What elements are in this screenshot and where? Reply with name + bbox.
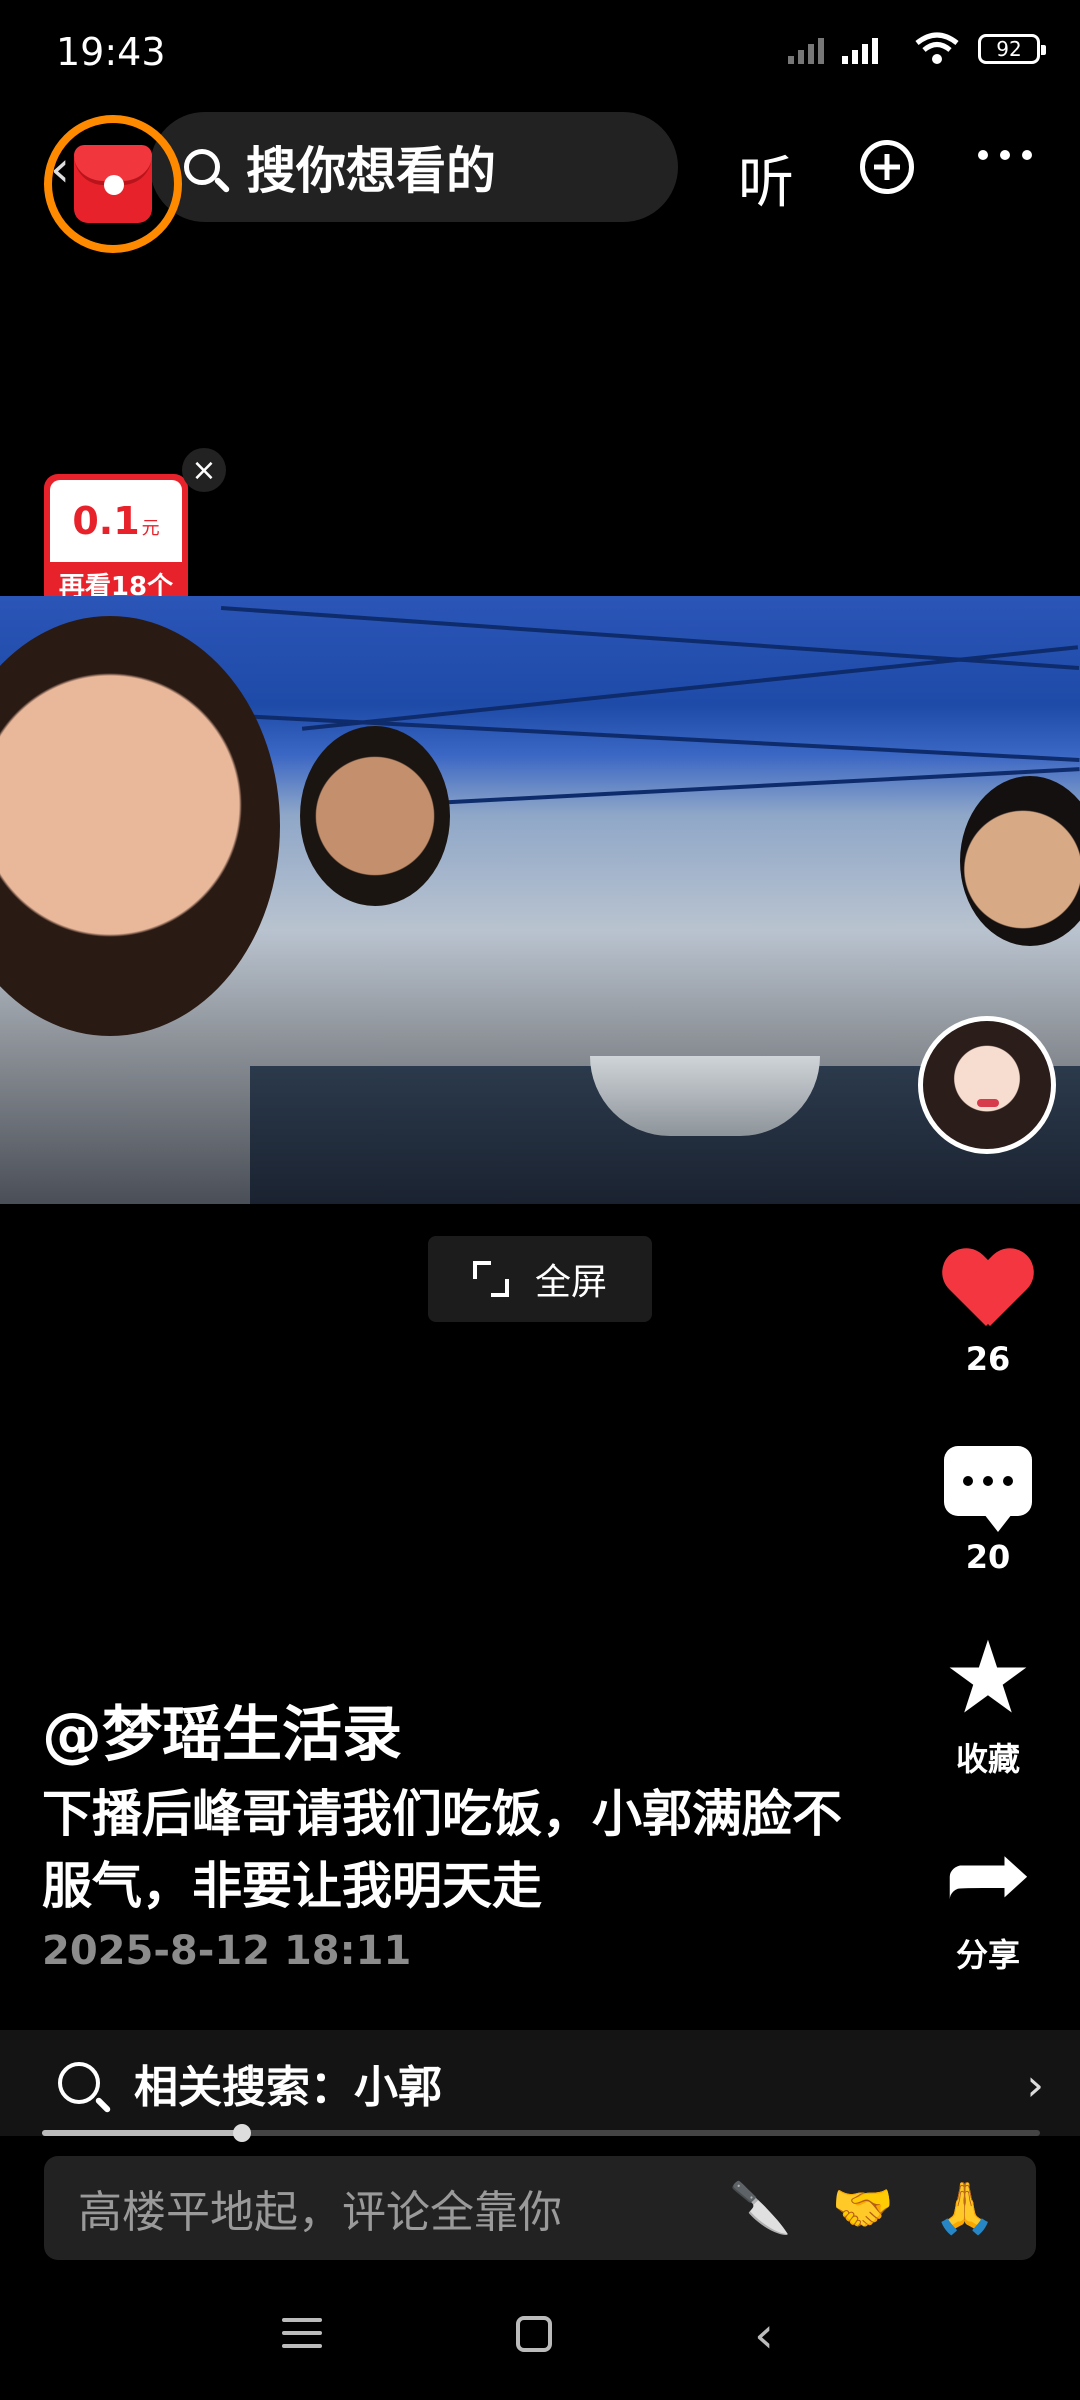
video-description: 下播后峰哥请我们吃饭，小郭满脸不服气，非要让我明天走 — [42, 1785, 842, 1915]
search-placeholder: 搜你想看的 — [246, 142, 496, 200]
add-icon[interactable] — [860, 140, 914, 194]
reward-card[interactable]: 0.1 元 再看18个 — [44, 474, 188, 614]
author-name[interactable]: @梦瑶生活录 — [42, 1686, 402, 1773]
expand-icon — [472, 1261, 509, 1297]
pray-emoji-icon[interactable]: 🙏 — [934, 2179, 996, 2238]
search-icon — [184, 149, 220, 185]
more-icon[interactable] — [978, 150, 1032, 160]
heart-icon — [942, 1250, 1034, 1334]
comment-count: 20 — [965, 1538, 1011, 1576]
post-date: 2025-8-12 18:11 — [42, 1928, 412, 1974]
progress-knob[interactable] — [232, 2124, 251, 2142]
comment-button[interactable]: 20 — [930, 1446, 1046, 1576]
related-search-label: 相关搜索：小郭 — [134, 2062, 442, 2113]
collect-button[interactable]: ★ 收藏 — [930, 1628, 1046, 1780]
related-search-bar[interactable]: 相关搜索：小郭 › — [0, 2030, 1080, 2136]
reward-close-button[interactable]: × — [182, 448, 226, 492]
comment-icon — [944, 1446, 1032, 1532]
nav-menu-icon[interactable] — [282, 2318, 322, 2357]
comment-input[interactable]: 高楼平地起，评论全靠你 🔪 🤝 🙏 — [44, 2156, 1036, 2260]
video-progress-bar[interactable] — [42, 2124, 1040, 2142]
red-packet-icon[interactable] — [74, 145, 152, 223]
wifi-icon — [915, 32, 959, 64]
like-count: 26 — [965, 1340, 1011, 1378]
reward-unit: 元 — [141, 518, 160, 539]
author-avatar[interactable] — [918, 1016, 1056, 1154]
video-person-right — [960, 776, 1080, 946]
like-button[interactable]: 26 — [930, 1250, 1046, 1378]
search-input[interactable]: 搜你想看的 — [150, 112, 678, 222]
handshake-emoji-icon[interactable]: 🤝 — [831, 2179, 893, 2238]
knife-emoji-icon[interactable]: 🔪 — [729, 2179, 791, 2238]
share-label: 分享 — [955, 1936, 1020, 1974]
fullscreen-button[interactable]: 全屏 — [428, 1236, 652, 1322]
nav-back-icon[interactable]: ‹ — [754, 2306, 774, 2364]
collect-label: 收藏 — [955, 1740, 1020, 1778]
battery-icon: 92 — [978, 34, 1046, 64]
status-icons: 92 — [786, 32, 1046, 66]
nav-home-icon[interactable] — [516, 2316, 552, 2352]
chevron-right-icon: › — [1026, 2060, 1044, 2111]
share-icon: ➦ — [943, 1818, 1033, 1930]
signal-icon — [788, 38, 878, 64]
video-person-left — [0, 616, 280, 1036]
share-button[interactable]: ➦ 分享 — [930, 1824, 1046, 1976]
star-icon: ★ — [943, 1619, 1033, 1736]
progress-fill — [42, 2130, 242, 2136]
video-player[interactable] — [0, 596, 1080, 1204]
comment-placeholder: 高楼平地起，评论全靠你 — [78, 2187, 562, 2238]
video-person-middle — [300, 726, 450, 906]
status-time: 19:43 — [56, 30, 166, 74]
reward-amount: 0.1 — [72, 499, 140, 543]
fullscreen-label: 全屏 — [534, 1262, 607, 1303]
listen-button[interactable]: 听 — [738, 138, 794, 219]
search-icon — [58, 2062, 100, 2104]
